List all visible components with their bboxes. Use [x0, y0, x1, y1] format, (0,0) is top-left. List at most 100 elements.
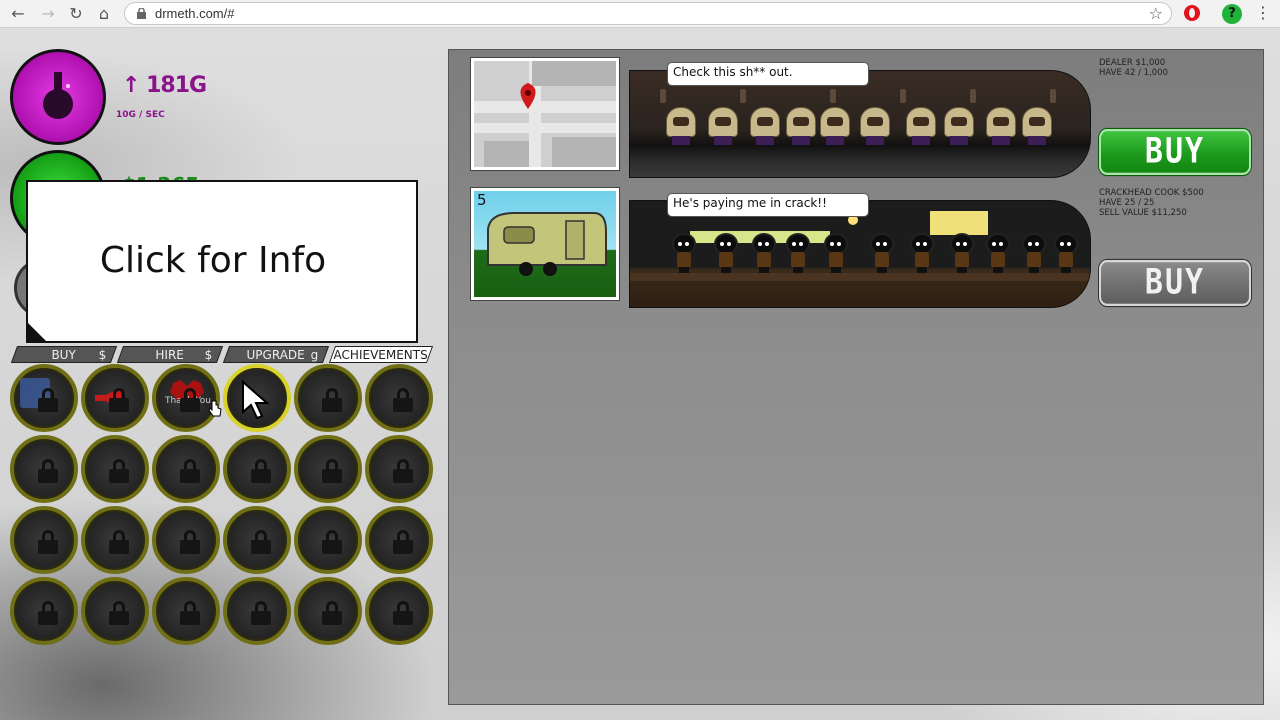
wall-light — [970, 89, 976, 103]
dealer-scene[interactable] — [629, 70, 1091, 178]
lock-icon — [393, 459, 413, 483]
reload-icon[interactable]: ↻ — [66, 4, 86, 24]
dealer-price: DEALER $1,000 — [1099, 58, 1166, 68]
achievement-locked[interactable] — [10, 435, 78, 503]
crackhead-figure — [870, 235, 894, 273]
trailer-icon — [487, 212, 607, 276]
buy-dealer-button[interactable]: BUY — [1099, 129, 1251, 175]
achievement-locked[interactable] — [152, 577, 220, 645]
tab-upgrade-currency: g — [311, 348, 319, 362]
achievement-locked[interactable] — [81, 577, 149, 645]
tab-buy[interactable]: BUY $ — [10, 346, 118, 363]
dealer-figure — [860, 107, 890, 147]
achievement-cursor[interactable] — [223, 364, 291, 432]
opera-icon[interactable] — [1184, 5, 1200, 21]
lock-icon — [109, 601, 129, 625]
crackhead-figure — [824, 235, 848, 273]
buy-cook-button[interactable]: BUY — [1099, 260, 1251, 306]
dealer-info: DEALER $1,000 HAVE 42 / 1,000 — [1099, 58, 1168, 78]
cook-sell-value: SELL VALUE $11,250 — [1099, 208, 1187, 218]
lock-icon — [38, 530, 58, 554]
kitchen-counter — [630, 273, 1090, 281]
browser-menu-icon[interactable]: ⋮ — [1255, 3, 1271, 22]
achievement-locked[interactable] — [294, 506, 362, 574]
achievements-grid: Thank You — [10, 364, 436, 648]
lock-icon — [322, 459, 342, 483]
map-icon — [474, 61, 616, 167]
dealer-figure — [666, 107, 696, 147]
achievement-locked[interactable] — [223, 506, 291, 574]
achievement-locked[interactable] — [365, 506, 433, 574]
lock-icon — [322, 530, 342, 554]
forward-arrow-icon[interactable]: → — [38, 4, 58, 24]
browser-toolbar: ← → ↻ ⌂ drmeth.com/# ☆ ? ⋮ — [0, 0, 1280, 28]
lock-icon — [109, 530, 129, 554]
wall-light — [660, 89, 666, 103]
achievement-locked[interactable] — [365, 435, 433, 503]
achievement-locked[interactable] — [365, 577, 433, 645]
achievement-facebook[interactable] — [10, 364, 78, 432]
lock-icon — [109, 459, 129, 483]
lock-icon — [180, 530, 200, 554]
dealer-figure — [786, 107, 816, 147]
crackhead-figure — [910, 235, 934, 273]
dealer-figure — [1022, 107, 1052, 147]
wall-light — [740, 89, 746, 103]
lock-icon — [180, 459, 200, 483]
cook-have: HAVE 25 / 25 — [1099, 198, 1155, 208]
dealer-have: HAVE 42 / 1,000 — [1099, 68, 1168, 78]
info-popup-text: Click for Info — [99, 240, 327, 281]
crackhead-figure — [786, 235, 810, 273]
tab-hire-currency: $ — [204, 348, 213, 362]
achievement-locked[interactable] — [223, 435, 291, 503]
extension-icon[interactable]: ? — [1222, 4, 1242, 24]
crackhead-figure — [714, 235, 738, 273]
tab-achievements[interactable]: ACHIEVEMENTS — [328, 346, 434, 363]
info-popup-tail — [26, 321, 48, 343]
wall-light — [1050, 89, 1056, 103]
g-value: ↑ 181G — [122, 73, 207, 98]
dealer-figure — [708, 107, 738, 147]
crackhead-figure — [950, 235, 974, 273]
achievement-locked[interactable] — [10, 506, 78, 574]
achievement-locked[interactable] — [152, 506, 220, 574]
back-arrow-icon[interactable]: ← — [8, 4, 28, 24]
achievement-locked[interactable] — [294, 435, 362, 503]
info-popup[interactable]: Click for Info — [26, 180, 418, 343]
lock-icon — [322, 601, 342, 625]
lock-icon — [180, 601, 200, 625]
achievement-locked[interactable] — [365, 364, 433, 432]
trailer-thumbnail[interactable]: 5 — [471, 188, 619, 300]
map-thumbnail[interactable] — [471, 58, 619, 170]
address-bar[interactable]: drmeth.com/# ☆ — [124, 2, 1172, 25]
crackhead-figure — [986, 235, 1010, 273]
home-icon[interactable]: ⌂ — [94, 4, 114, 24]
dealer-figure — [944, 107, 974, 147]
achievement-locked[interactable] — [81, 506, 149, 574]
lock-icon — [251, 530, 271, 554]
achievement-heart[interactable]: Thank You — [152, 364, 220, 432]
crackhead-figure — [752, 235, 776, 273]
g-rate: 10G / SEC — [116, 110, 165, 120]
tab-hire[interactable]: HIRE $ — [116, 346, 224, 363]
lock-icon — [109, 388, 129, 412]
back-window — [930, 211, 988, 235]
achievement-locked[interactable] — [223, 577, 291, 645]
achievement-locked[interactable] — [294, 364, 362, 432]
dealer-figure — [986, 107, 1016, 147]
achievement-megaphone[interactable] — [81, 364, 149, 432]
lock-icon — [251, 459, 271, 483]
lock-icon — [393, 601, 413, 625]
crackhead-figure — [672, 235, 696, 273]
achievement-locked[interactable] — [10, 577, 78, 645]
achievement-locked[interactable] — [294, 577, 362, 645]
dealer-speech: Check this sh** out. — [667, 62, 869, 86]
achievement-locked[interactable] — [152, 435, 220, 503]
lock-icon — [137, 8, 146, 19]
tab-upgrade[interactable]: UPGRADE g — [222, 346, 330, 363]
wall-light — [830, 89, 836, 103]
dealer-figure — [906, 107, 936, 147]
g-orb[interactable] — [10, 49, 106, 145]
bookmark-star-icon[interactable]: ☆ — [1149, 4, 1163, 23]
achievement-locked[interactable] — [81, 435, 149, 503]
